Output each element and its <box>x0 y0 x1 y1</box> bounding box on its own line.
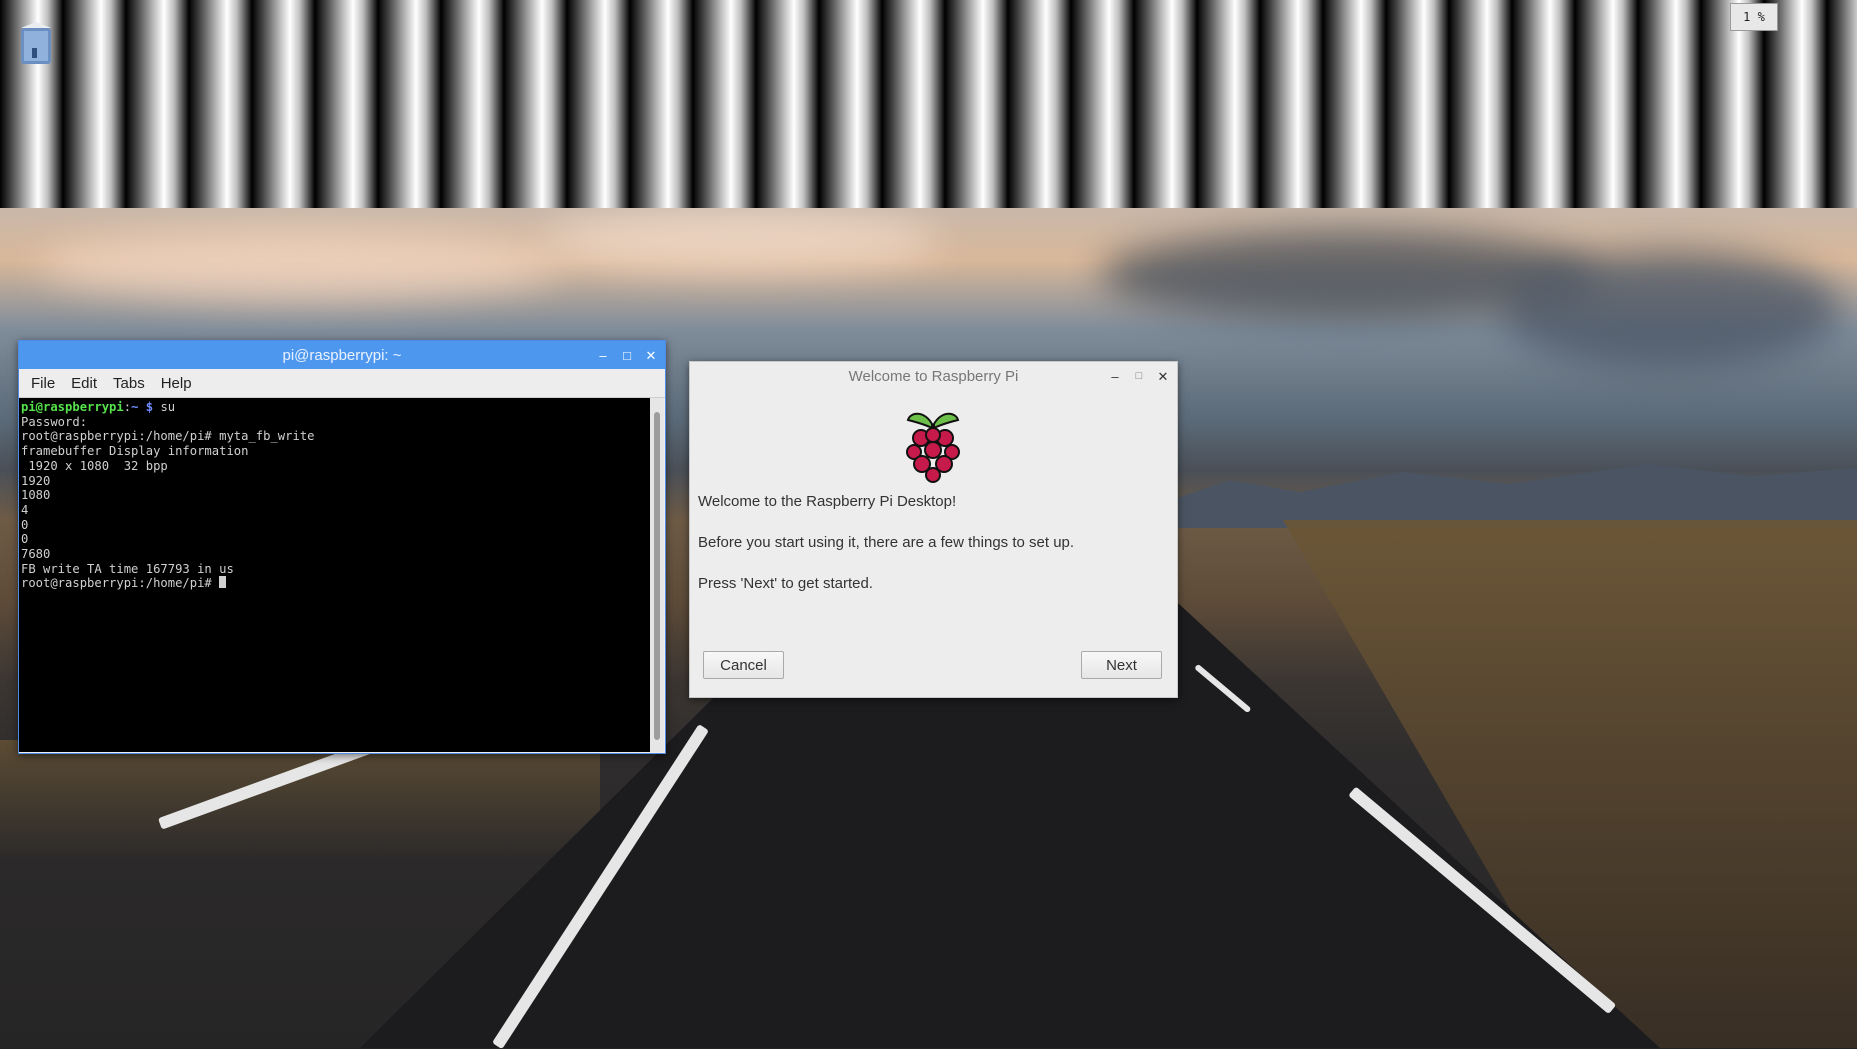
welcome-heading: Welcome to the Raspberry Pi Desktop! <box>698 493 957 510</box>
terminal-window[interactable]: pi@raspberrypi: ~ – □ ✕ File Edit Tabs H… <box>18 340 666 754</box>
minimize-icon[interactable]: – <box>1107 368 1123 384</box>
prompt-user: pi@raspberrypi <box>21 400 124 414</box>
terminal-titlebar[interactable]: pi@raspberrypi: ~ – □ ✕ <box>19 341 665 369</box>
wallpaper-cloud <box>540 210 940 270</box>
prompt-command: su <box>160 400 176 414</box>
menu-file[interactable]: File <box>23 375 63 392</box>
wallpaper-cloud <box>40 230 560 300</box>
welcome-description: Before you start using it, there are a f… <box>698 534 1075 551</box>
terminal-line: FB write TA time 167793 in us <box>21 561 234 576</box>
terminal-line: 1920 <box>21 473 51 488</box>
minimize-icon[interactable]: – <box>595 347 611 363</box>
welcome-instruction: Press 'Next' to get started. <box>698 575 873 592</box>
trash-icon[interactable] <box>19 22 53 66</box>
terminal-line: 1080 <box>21 488 51 503</box>
terminal-line: 0 <box>21 517 29 532</box>
terminal-line: 1920 x 1080 32 bpp <box>21 458 168 473</box>
close-icon[interactable]: ✕ <box>1155 368 1171 384</box>
terminal-line: 0 <box>21 532 29 547</box>
terminal-scrollbar[interactable] <box>650 398 664 752</box>
terminal-line: 7680 <box>21 547 51 562</box>
cancel-button[interactable]: Cancel <box>703 651 784 679</box>
cpu-usage-value: 1 % <box>1743 10 1765 24</box>
terminal-line: root@raspberrypi:/home/pi# myta_fb_write <box>21 429 315 444</box>
terminal-line: framebuffer Display information <box>21 444 249 459</box>
dialog-titlebar[interactable]: Welcome to Raspberry Pi – □ ✕ <box>690 362 1177 390</box>
terminal-line: pi@raspberrypi:~ $ su <box>21 400 176 414</box>
terminal-line: root@raspberrypi:/home/pi# <box>21 576 648 591</box>
wallpaper-mountains <box>1160 464 1857 528</box>
text-cursor <box>219 576 227 589</box>
dialog-title: Welcome to Raspberry Pi <box>848 367 1019 385</box>
terminal-line: 4 <box>21 502 29 517</box>
maximize-icon[interactable]: □ <box>619 347 635 363</box>
cpu-usage-monitor[interactable]: 1 % <box>1730 3 1778 31</box>
welcome-dialog[interactable]: Welcome to Raspberry Pi – □ ✕ Welcome to… <box>689 361 1178 698</box>
terminal-menubar: File Edit Tabs Help <box>19 369 665 398</box>
menu-tabs[interactable]: Tabs <box>105 375 153 392</box>
raspberry-pi-logo-icon <box>902 408 964 484</box>
wallpaper-cloud <box>1500 250 1840 370</box>
terminal-output[interactable]: pi@raspberrypi:~ $ su Password: root@raspb… <box>19 398 650 752</box>
next-button[interactable]: Next <box>1081 651 1162 679</box>
maximize-icon[interactable]: □ <box>1131 368 1147 384</box>
last-prompt: root@raspberrypi:/home/pi# <box>21 576 220 591</box>
scrollbar-thumb[interactable] <box>654 412 660 740</box>
window-title: pi@raspberrypi: ~ <box>282 346 402 364</box>
menu-help[interactable]: Help <box>153 375 200 392</box>
terminal-line: Password: <box>21 414 88 429</box>
wallpaper-field <box>0 740 600 860</box>
menu-edit[interactable]: Edit <box>63 375 105 392</box>
close-icon[interactable]: ✕ <box>643 347 659 363</box>
framebuffer-test-pattern <box>0 0 1857 208</box>
